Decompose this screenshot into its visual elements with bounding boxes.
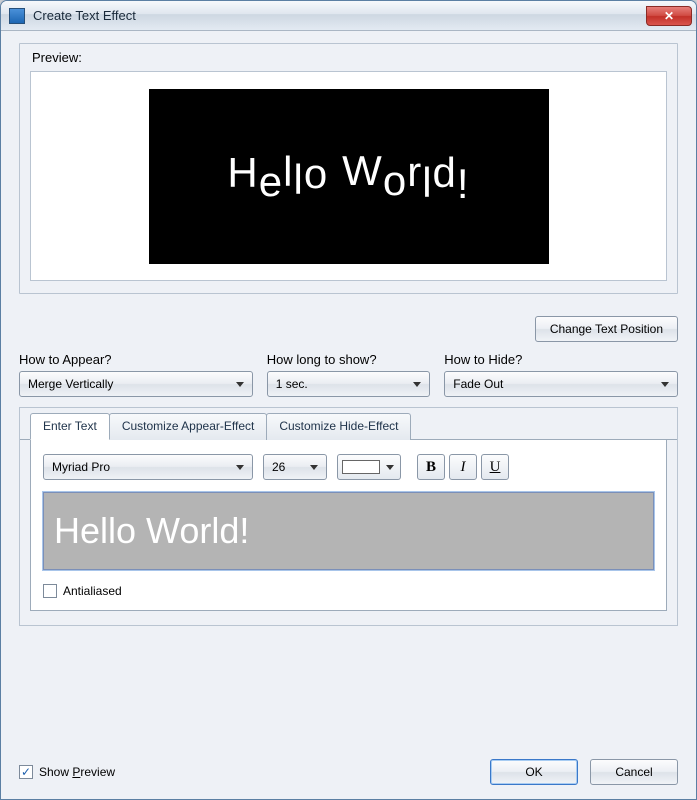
tab-enter-text[interactable]: Enter Text — [30, 413, 110, 440]
hide-combo[interactable]: Fade Out — [444, 371, 678, 397]
footer: Show Preview OK Cancel — [19, 749, 678, 785]
antialias-row: Antialiased — [43, 584, 654, 598]
dialog-window: Create Text Effect ✕ Preview: H e l l o … — [0, 0, 697, 800]
close-button[interactable]: ✕ — [646, 6, 692, 26]
font-row: Myriad Pro 26 B I U — [43, 454, 654, 480]
preview-label: Preview: — [32, 50, 667, 65]
font-color-picker[interactable] — [337, 454, 401, 480]
duration-value: 1 sec. — [276, 377, 308, 391]
show-preview-checkbox[interactable] — [19, 765, 33, 779]
window-title: Create Text Effect — [33, 8, 136, 23]
italic-button[interactable]: I — [449, 454, 477, 480]
client-area: Preview: H e l l o W o r l d ! — [1, 31, 696, 799]
text-input[interactable] — [43, 492, 654, 570]
duration-combo[interactable]: 1 sec. — [267, 371, 431, 397]
appear-col: How to Appear? Merge Vertically — [19, 352, 253, 397]
app-icon — [9, 8, 25, 24]
appear-combo[interactable]: Merge Vertically — [19, 371, 253, 397]
bold-button[interactable]: B — [417, 454, 445, 480]
effect-options-row: How to Appear? Merge Vertically How long… — [19, 352, 678, 397]
font-size-value: 26 — [272, 460, 285, 474]
show-preview-row: Show Preview — [19, 765, 115, 779]
change-position-row: Change Text Position — [19, 316, 678, 342]
duration-label: How long to show? — [267, 352, 431, 367]
appear-label: How to Appear? — [19, 352, 253, 367]
hide-value: Fade Out — [453, 377, 503, 391]
cancel-button[interactable]: Cancel — [590, 759, 678, 785]
change-text-position-button[interactable]: Change Text Position — [535, 316, 678, 342]
hide-label: How to Hide? — [444, 352, 678, 367]
font-size-combo[interactable]: 26 — [263, 454, 327, 480]
duration-col: How long to show? 1 sec. — [267, 352, 431, 397]
tab-customize-appear[interactable]: Customize Appear-Effect — [109, 413, 268, 440]
appear-value: Merge Vertically — [28, 377, 113, 391]
color-swatch — [342, 460, 380, 474]
antialias-label: Antialiased — [63, 584, 122, 598]
preview-box: H e l l o W o r l d ! — [30, 71, 667, 281]
footer-buttons: OK Cancel — [490, 759, 678, 785]
tab-body: Myriad Pro 26 B I U — [30, 440, 667, 611]
font-family-combo[interactable]: Myriad Pro — [43, 454, 253, 480]
tabs-container: Enter Text Customize Appear-Effect Custo… — [19, 407, 678, 626]
hide-col: How to Hide? Fade Out — [444, 352, 678, 397]
antialias-checkbox[interactable] — [43, 584, 57, 598]
titlebar[interactable]: Create Text Effect ✕ — [1, 1, 696, 31]
underline-button[interactable]: U — [481, 454, 509, 480]
tabstrip: Enter Text Customize Appear-Effect Custo… — [20, 408, 677, 440]
ok-button[interactable]: OK — [490, 759, 578, 785]
preview-canvas: H e l l o W o r l d ! — [149, 89, 549, 264]
tab-customize-hide[interactable]: Customize Hide-Effect — [266, 413, 411, 440]
show-preview-label: Show Preview — [39, 765, 115, 779]
close-icon: ✕ — [664, 9, 674, 23]
preview-group: Preview: H e l l o W o r l d ! — [19, 43, 678, 294]
font-family-value: Myriad Pro — [52, 460, 110, 474]
